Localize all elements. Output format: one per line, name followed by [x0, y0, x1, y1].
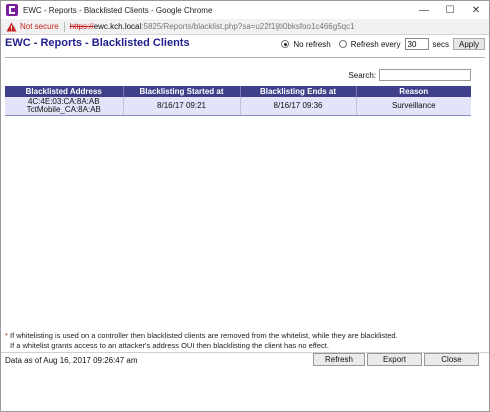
app-logo-icon	[6, 4, 18, 16]
footnote: * If whitelisting is used on a controlle…	[5, 331, 398, 351]
cell-reason: Surveillance	[356, 97, 471, 116]
table-row[interactable]: 4C:4E:03:CA:8A:AB TctMobile_CA:8A:AB 8/1…	[5, 97, 471, 116]
url-text[interactable]: https://ewc.kch.local:5825/Reports/black…	[70, 22, 355, 31]
close-icon[interactable]: ✕	[463, 1, 489, 19]
url-host: ewc.kch.local	[93, 22, 142, 31]
refresh-every-radio[interactable]	[338, 40, 347, 48]
search-input[interactable]	[379, 69, 471, 81]
refresh-controls: No refresh Refresh every secs Apply	[281, 38, 485, 50]
address-bar[interactable]: Not secure https://ewc.kch.local:5825/Re…	[1, 19, 489, 35]
warning-icon[interactable]	[6, 22, 17, 32]
window-controls: — ☐ ✕	[411, 1, 489, 19]
search-row: Search:	[348, 69, 471, 81]
no-refresh-label[interactable]: No refresh	[293, 40, 330, 49]
cell-ends: 8/16/17 09:36	[240, 97, 357, 116]
column-header-reason[interactable]: Reason	[356, 86, 471, 97]
secs-label: secs	[432, 39, 449, 49]
cell-started: 8/16/17 09:21	[123, 97, 241, 116]
no-refresh-radio[interactable]	[281, 40, 290, 48]
footnote-line-1: If whitelisting is used on a controller …	[7, 331, 398, 340]
search-label: Search:	[348, 70, 376, 80]
security-label[interactable]: Not secure	[20, 22, 59, 31]
export-button[interactable]: Export	[367, 353, 422, 366]
browser-window: EWC - Reports - Blacklisted Clients - Go…	[0, 0, 490, 412]
footer-buttons: Refresh Export Close	[313, 353, 479, 366]
page-title: EWC - Reports - Blacklisted Clients	[5, 37, 190, 49]
title-bar: EWC - Reports - Blacklisted Clients - Go…	[1, 1, 489, 19]
address-separator	[63, 21, 65, 32]
close-button[interactable]: Close	[424, 353, 479, 366]
url-path: :5825/Reports/blacklist.php?sa=u22f1ljti…	[141, 22, 355, 31]
maximize-icon[interactable]: ☐	[437, 1, 463, 19]
minimize-icon[interactable]: —	[411, 1, 437, 19]
blacklist-table: Blacklisted Address Blacklisting Started…	[5, 86, 471, 116]
window-title: EWC - Reports - Blacklisted Clients - Go…	[23, 5, 213, 15]
address-vendor: TctMobile_CA:8A:AB	[26, 105, 101, 114]
column-header-address[interactable]: Blacklisted Address	[5, 86, 124, 97]
refresh-seconds-input[interactable]	[404, 38, 429, 50]
header-divider	[5, 57, 485, 58]
table-header-row: Blacklisted Address Blacklisting Started…	[5, 86, 471, 97]
apply-button[interactable]: Apply	[452, 38, 485, 50]
footnote-line-2: If a whitelist grants access to an attac…	[10, 341, 329, 350]
refresh-button[interactable]: Refresh	[313, 353, 365, 366]
column-header-ends[interactable]: Blacklisting Ends at	[240, 86, 357, 97]
url-scheme: https://	[69, 22, 94, 31]
data-timestamp: Data as of Aug 16, 2017 09:26:47 am	[5, 356, 138, 365]
column-header-started[interactable]: Blacklisting Started at	[123, 86, 241, 97]
refresh-every-label[interactable]: Refresh every	[351, 40, 401, 49]
cell-address: 4C:4E:03:CA:8A:AB TctMobile_CA:8A:AB	[5, 97, 124, 116]
